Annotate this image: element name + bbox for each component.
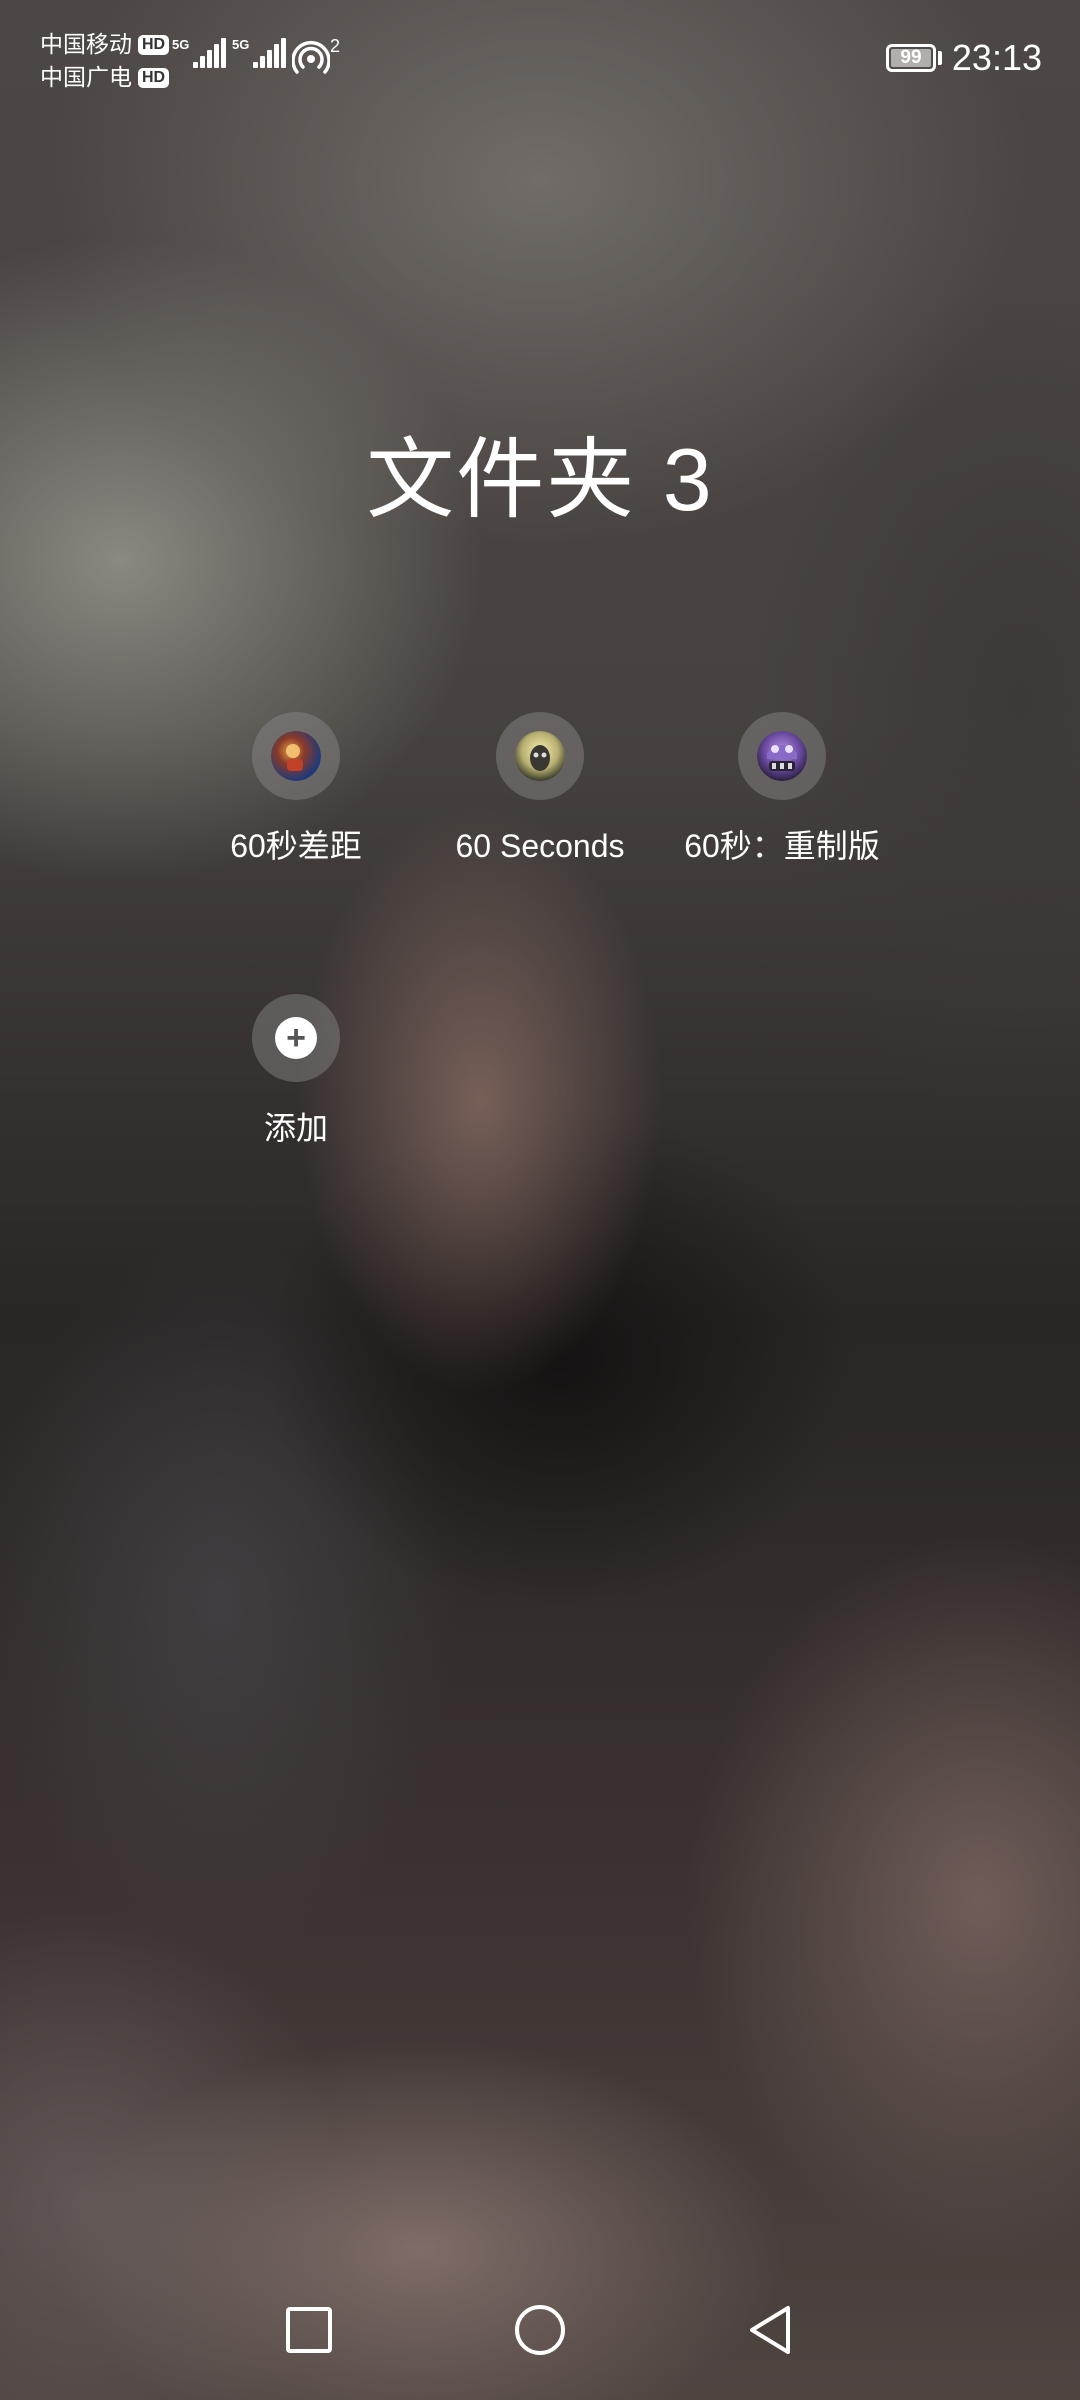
carrier-line-2: 中国广电 HD: [40, 61, 170, 94]
app-label[interactable]: 60 Seconds: [420, 826, 660, 866]
app-label[interactable]: 60秒差距: [176, 826, 416, 866]
hotspot-device-count: 2: [330, 36, 341, 56]
blurred-wallpaper: [0, 0, 1080, 2400]
triangle-back-icon[interactable]: [740, 2300, 800, 2360]
network-type-label: 5G: [172, 37, 190, 52]
navigation-bar: [0, 2280, 1080, 2400]
app-60-seconds[interactable]: 60 Seconds: [420, 712, 660, 866]
battery-level: 99: [900, 47, 922, 68]
battery-icon: 99: [886, 44, 936, 72]
add-label[interactable]: 添加: [176, 1108, 416, 1148]
add-app-button[interactable]: + 添加: [176, 994, 416, 1148]
hotspot-icon: [292, 41, 330, 74]
app-icon-container[interactable]: [496, 712, 584, 800]
hd-badge: HD: [138, 67, 170, 88]
battery-tip: [938, 51, 942, 65]
signal-strength-icon: 5G: [172, 37, 227, 68]
app-60-parsecs[interactable]: 60秒差距: [176, 712, 416, 866]
square-icon[interactable]: [279, 2300, 339, 2360]
network-type-label: 5G: [232, 37, 250, 52]
app-label[interactable]: 60秒：重制版: [662, 826, 902, 866]
carrier-name-1: 中国移动: [40, 31, 132, 57]
60-seconds-reatomized-app-icon: [757, 731, 807, 781]
carrier-info: 中国移动 HD 中国广电 HD: [40, 28, 170, 94]
plus-icon: +: [275, 1017, 317, 1059]
60-parsecs-app-icon: [271, 731, 321, 781]
clock: 23:13: [951, 37, 1042, 78]
60-seconds-app-icon: [515, 731, 565, 781]
app-icon-container[interactable]: [252, 712, 340, 800]
folder-title[interactable]: 文件夹 3: [0, 430, 1080, 530]
status-bar: 中国移动 HD 中国广电 HD 5G 5G 2 99 23:13: [0, 0, 1080, 100]
app-60-seconds-reatomized[interactable]: 60秒：重制版: [662, 712, 902, 866]
carrier-line-1: 中国移动 HD: [40, 28, 170, 61]
circle-icon[interactable]: [510, 2300, 570, 2360]
hd-badge: HD: [138, 34, 170, 55]
app-icon-container[interactable]: +: [252, 994, 340, 1082]
app-icon-container[interactable]: [738, 712, 826, 800]
carrier-name-2: 中国广电: [40, 64, 132, 90]
signal-strength-icon: 5G: [232, 37, 287, 68]
